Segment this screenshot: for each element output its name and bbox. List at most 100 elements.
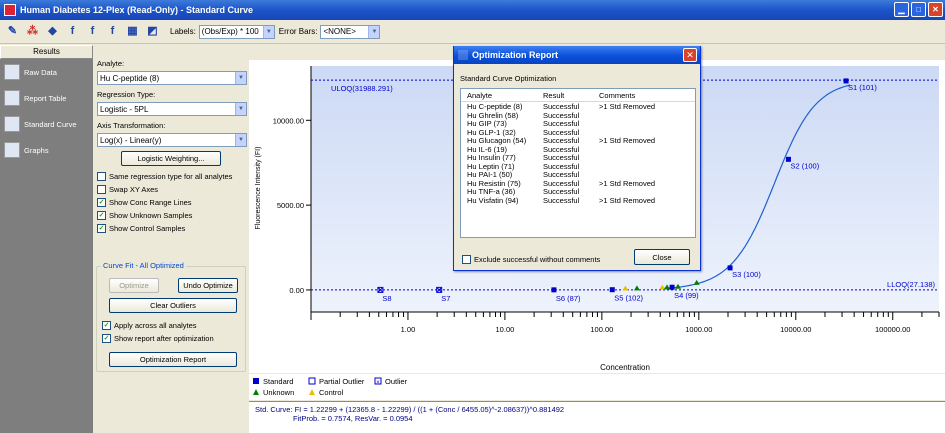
close-window-button[interactable]: ✕ <box>928 2 943 17</box>
x-tick-label: 10.00 <box>496 325 515 334</box>
x-tick-label: 100000.00 <box>875 325 910 334</box>
clear-outliers-button[interactable]: Clear Outliers <box>109 298 237 313</box>
list-rows: Hu C-peptide (8) Successful >1 Std Removed… <box>461 102 695 206</box>
report-icon <box>458 50 468 60</box>
error-bars-value: <NONE> <box>323 27 356 36</box>
exclude-successful-checkbox[interactable]: Exclude successful without comments <box>462 253 600 266</box>
axis-transformation-value: Log(x) - Linear(y) <box>100 135 162 145</box>
report-table-icon <box>4 90 20 106</box>
undo-optimize-button[interactable]: Undo Optimize <box>178 278 238 293</box>
show-report-checkbox[interactable]: ✓ Show report after optimization <box>102 332 214 345</box>
check-icon: ✓ <box>102 334 111 343</box>
same-regression-checkbox[interactable]: Same regression type for all analytes <box>97 170 248 183</box>
chevron-down-icon: ▼ <box>368 25 380 38</box>
legend-unknown: Unknown <box>263 388 294 397</box>
settings-panel: Analyte: Hu C-peptide (8) ▼ Regression Ty… <box>95 58 248 433</box>
results-sidebar: Results Raw Data Report Table Standard C… <box>0 45 93 433</box>
legend-outlier: Outlier <box>385 377 408 386</box>
control-legend-marker <box>309 389 315 395</box>
cell-comment: >1 Std Removed <box>599 178 656 188</box>
sidebar-item-standard-curve[interactable]: Standard Curve <box>0 111 93 137</box>
standard-point <box>609 287 615 293</box>
analyte-select[interactable]: Hu C-peptide (8) ▼ <box>97 71 247 85</box>
list-item[interactable]: Hu Visfatin (94) Successful >1 Std Removed <box>461 195 695 206</box>
labels-select[interactable]: (Obs/Exp) * 100 ▼ <box>198 24 275 39</box>
tool-wand-icon[interactable]: ✎ <box>6 25 19 38</box>
tool-fc-icon[interactable]: f <box>86 25 99 38</box>
checkbox-label: Apply across all analytes <box>114 321 197 330</box>
tool-fx-icon[interactable]: f <box>106 25 119 38</box>
sidebar-header: Results <box>0 45 93 59</box>
column-analyte[interactable]: Analyte <box>467 91 543 101</box>
dialog-close-icon[interactable]: ✕ <box>683 48 697 62</box>
dialog-title: Optimization Report <box>472 50 558 60</box>
legend-standard: Standard <box>263 377 293 386</box>
check-icon: ✓ <box>97 198 106 207</box>
logistic-weighting-button[interactable]: Logistic Weighting... <box>121 151 221 166</box>
show-control-checkbox[interactable]: ✓ Show Control Samples <box>97 222 248 235</box>
maximize-button[interactable]: □ <box>911 2 926 17</box>
y-tick-label: 5000.00 <box>277 201 304 210</box>
tool-chart-icon[interactable]: ◩ <box>146 25 159 38</box>
dialog-subtitle: Standard Curve Optimization <box>460 74 557 83</box>
standard-label: S3 (100) <box>732 270 761 279</box>
x-tick-label: 10000.00 <box>780 325 811 334</box>
tool-fs-icon[interactable]: f <box>66 25 79 38</box>
tool-scatter-icon[interactable]: ⁂ <box>26 25 39 38</box>
graphs-icon <box>4 142 20 158</box>
standard-label: S6 (87) <box>556 294 581 303</box>
minimize-button[interactable]: ▁ <box>894 2 909 17</box>
standard-point <box>669 284 675 290</box>
sidebar-item-report-table[interactable]: Report Table <box>0 85 93 111</box>
cell-comment: >1 Std Removed <box>599 195 656 205</box>
chevron-down-icon: ▼ <box>262 25 274 38</box>
check-icon: ✓ <box>97 224 106 233</box>
y-axis-label: Fluorescence Intensity (FI) <box>255 147 262 230</box>
optimization-report-button[interactable]: Optimization Report <box>109 352 237 367</box>
optimization-report-dialog: Optimization Report ✕ Standard Curve Opt… <box>453 46 701 271</box>
y-tick-label: 10000.00 <box>273 116 304 125</box>
standard-label: S4 (99) <box>674 291 699 300</box>
regression-label: Regression Type: <box>97 90 156 99</box>
sidebar-item-graphs[interactable]: Graphs <box>0 137 93 163</box>
cell-comment: >1 Std Removed <box>599 102 656 111</box>
window-titlebar: Human Diabetes 12-Plex (Read-Only) - Sta… <box>0 0 945 20</box>
checkbox-box <box>462 255 471 264</box>
window-title: Human Diabetes 12-Plex (Read-Only) - Sta… <box>20 5 254 15</box>
dialog-close-button[interactable]: Close <box>634 249 690 265</box>
chart-legend: Standard Partial Outlier × Outlier Unkno… <box>249 374 945 400</box>
analyte-value: Hu C-peptide (8) <box>100 73 160 83</box>
tool-table-icon[interactable]: ▦ <box>126 25 139 38</box>
swap-axes-checkbox[interactable]: Swap XY Axes <box>97 183 248 196</box>
standard-point <box>551 287 557 293</box>
checkbox-box <box>97 172 106 181</box>
checkbox-label: Same regression type for all analytes <box>109 172 233 181</box>
axis-transformation-select[interactable]: Log(x) - Linear(y) ▼ <box>97 133 247 147</box>
x-tick-label: 100.00 <box>590 325 613 334</box>
apply-all-checkbox[interactable]: ✓ Apply across all analytes <box>102 319 197 332</box>
show-unknown-checkbox[interactable]: ✓ Show Unknown Samples <box>97 209 248 222</box>
sidebar-item-raw-data[interactable]: Raw Data <box>0 59 93 85</box>
standard-label: S7 <box>441 294 450 303</box>
lloq-label: LLOQ(27.138) <box>887 280 935 289</box>
check-icon: ✓ <box>97 211 106 220</box>
legend-partial-outlier: Partial Outlier <box>319 377 365 386</box>
standard-curve-icon <box>4 116 20 132</box>
regression-select[interactable]: Logistic - 5PL ▼ <box>97 102 247 116</box>
x-axis-label: Concentration <box>600 363 650 372</box>
checkbox-label: Show report after optimization <box>114 334 214 343</box>
column-comments[interactable]: Comments <box>599 91 635 101</box>
sidebar-item-label: Graphs <box>24 145 49 155</box>
column-result[interactable]: Result <box>543 91 599 101</box>
error-bars-select[interactable]: <NONE> ▼ <box>320 24 381 39</box>
report-list[interactable]: Analyte Result Comments Hu C-peptide (8)… <box>460 88 696 238</box>
show-conc-range-checkbox[interactable]: ✓ Show Conc Range Lines <box>97 196 248 209</box>
tool-eraser-icon[interactable]: ◆ <box>46 25 59 38</box>
uloq-label: ULOQ(31988.291) <box>331 84 393 93</box>
chevron-down-icon: ▼ <box>235 134 246 146</box>
optimize-button[interactable]: Optimize <box>109 278 159 293</box>
toolbar: ✎ ⁂ ◆ f f f ▦ ◩ Labels: (Obs/Exp) * 100 ▼… <box>0 20 945 44</box>
x-tick-label: 1000.00 <box>685 325 712 334</box>
x-tick-label: 1.00 <box>401 325 416 334</box>
chevron-down-icon: ▼ <box>235 103 246 115</box>
